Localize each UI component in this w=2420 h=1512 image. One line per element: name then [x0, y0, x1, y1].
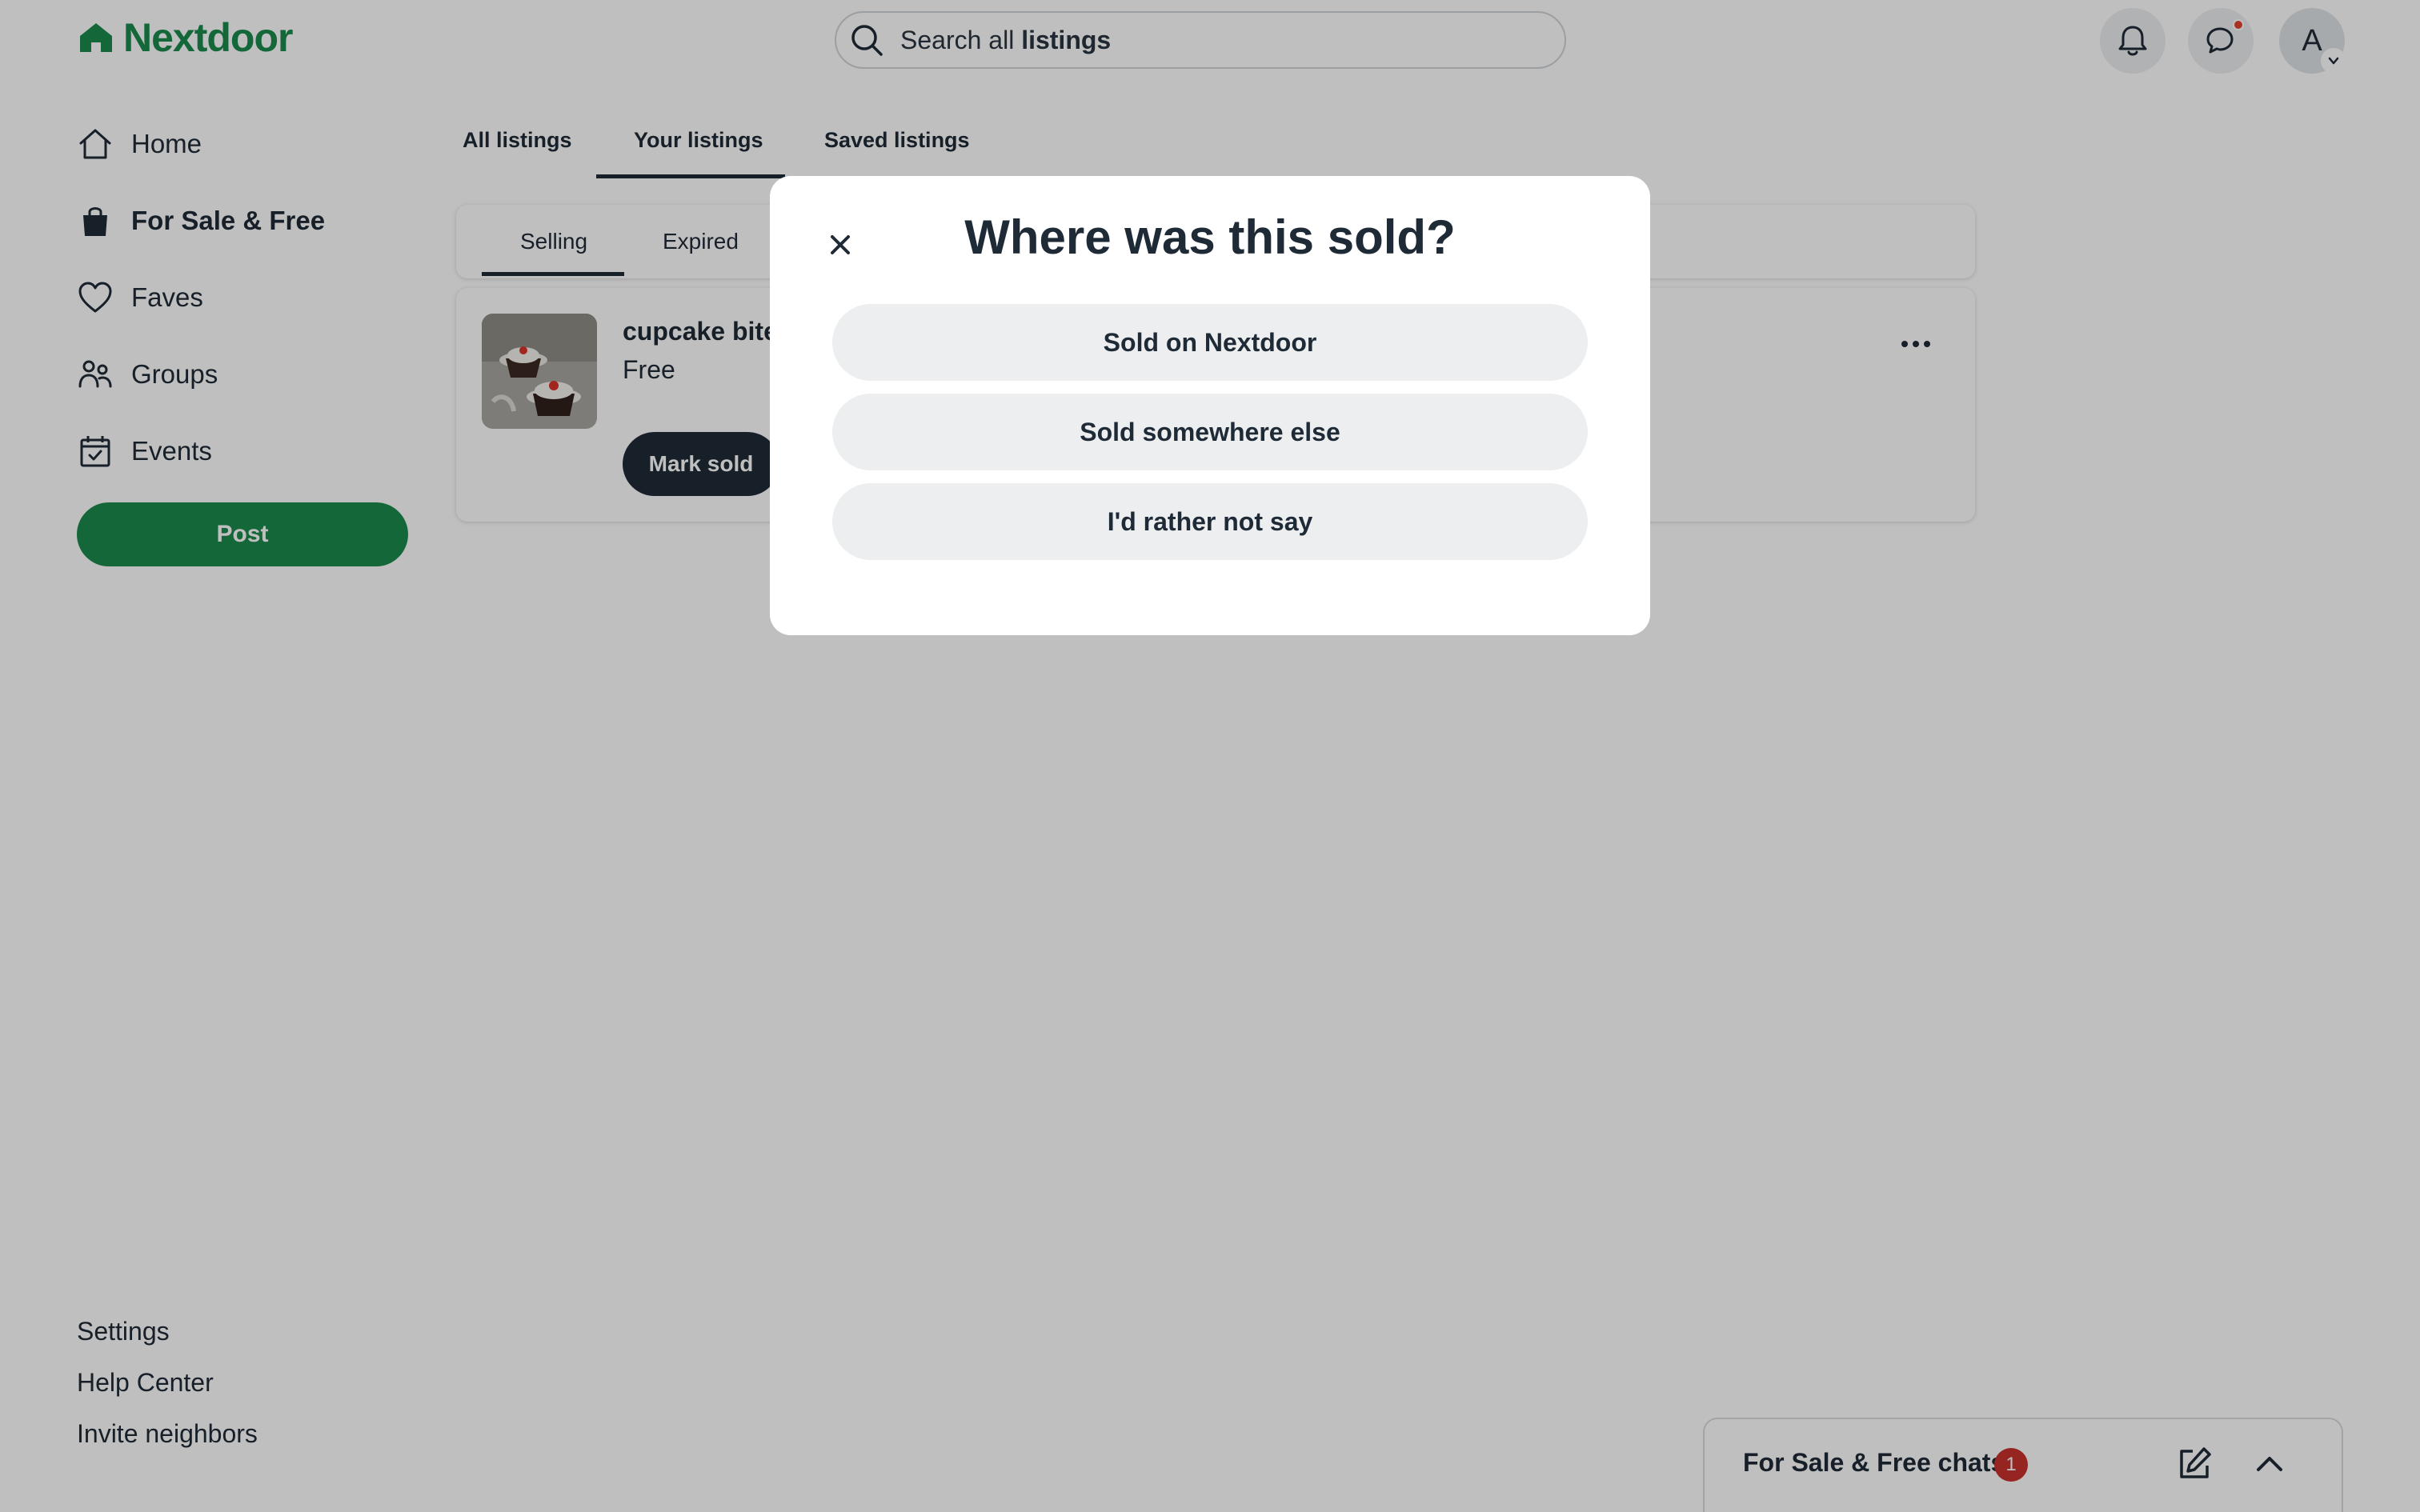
sold-on-nextdoor-option[interactable]: Sold on Nextdoor — [832, 304, 1588, 381]
dialog-title: Where was this sold? — [964, 210, 1456, 264]
rather-not-say-option[interactable]: I'd rather not say — [832, 483, 1588, 560]
sold-somewhere-else-option[interactable]: Sold somewhere else — [832, 394, 1588, 470]
